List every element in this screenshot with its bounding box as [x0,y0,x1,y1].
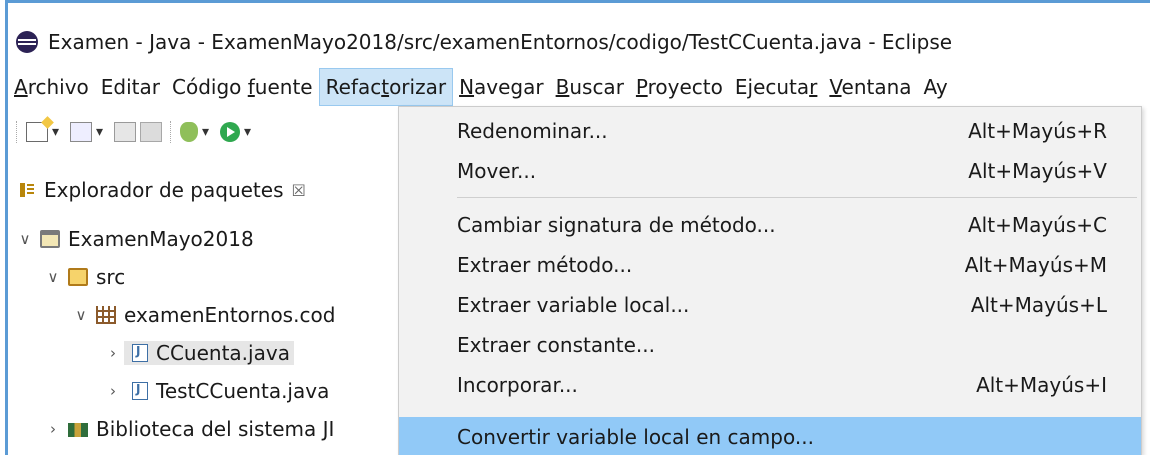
new-type-dropdown-icon[interactable]: ▾ [96,124,110,140]
java-file-icon [132,382,148,400]
menu-item-extraer-metodo[interactable]: Extraer método... Alt+Mayús+M [399,245,1141,285]
menu-item-extraer-variable[interactable]: Extraer variable local... Alt+Mayús+L [399,285,1141,325]
menu-bar: Archivo Editar Código fuente Refactoriza… [8,68,1150,106]
menu-item-shortcut: Alt+Mayús+C [967,213,1107,237]
project-folder-icon [40,230,60,248]
run-dropdown-icon[interactable]: ▾ [244,124,258,140]
menu-item-shortcut: Alt+Mayús+M [964,253,1107,277]
tree-item-testccuenta[interactable]: › TestCCuenta.java [8,372,398,410]
tree-item-src[interactable]: ∨ src [8,258,398,296]
tree-item-label: TestCCuenta.java [156,379,330,403]
run-icon[interactable] [220,122,240,142]
chevron-right-icon[interactable]: › [102,344,124,362]
library-icon [68,423,88,437]
package-tree: ∨ ExamenMayo2018 ∨ src ∨ examenEntornos.… [8,220,398,448]
menu-refactorizar[interactable]: Refactorizar [318,68,454,106]
menu-proyecto[interactable]: Proyecto [630,68,729,106]
menu-item-label: Redenominar... [457,119,608,143]
menu-archivo[interactable]: Archivo [8,68,95,106]
main-toolbar: ▾ ▾ ▾ ▾ [8,112,398,152]
menu-ayuda[interactable]: Ay [918,68,954,106]
tree-item-package[interactable]: ∨ examenEntornos.cod [8,296,398,334]
tree-item-ccuenta[interactable]: › CCuenta.java [8,334,398,372]
save-icon[interactable] [114,122,136,142]
menu-item-shortcut: Alt+Mayús+V [968,159,1107,183]
menu-ejecutar[interactable]: Ejecutar [729,68,824,106]
new-type-icon[interactable] [70,122,92,142]
chevron-down-icon[interactable]: ∨ [42,268,64,286]
tree-item-label: examenEntornos.cod [124,303,336,327]
menu-buscar[interactable]: Buscar [550,68,630,106]
package-icon [96,306,116,324]
close-icon[interactable]: ☒ [292,181,306,200]
menu-item-label: Extraer variable local... [457,293,690,317]
menu-item-label: Cambiar signatura de método... [457,213,776,237]
title-bar: Examen - Java - ExamenMayo2018/src/exame… [8,22,1150,62]
menu-item-cambiar-signatura[interactable]: Cambiar signatura de método... Alt+Mayús… [399,205,1141,245]
new-file-icon[interactable] [26,122,48,142]
package-explorer-title: Explorador de paquetes [44,178,284,202]
menu-item-label: Incorporar... [457,373,578,397]
save-all-icon[interactable] [140,122,162,142]
menu-separator [457,197,1137,198]
chevron-right-icon[interactable]: › [102,382,124,400]
menu-item-convertir-variable[interactable]: Convertir variable local en campo... [399,417,1141,455]
package-explorer-icon [18,181,36,199]
debug-icon[interactable] [180,122,198,142]
selected-item: CCuenta.java [124,341,294,365]
tree-item-label: Biblioteca del sistema JI [96,417,335,441]
chevron-down-icon[interactable]: ∨ [14,230,36,248]
menu-item-shortcut: Alt+Mayús+L [970,293,1107,317]
java-file-icon [132,344,148,362]
source-folder-icon [68,268,88,286]
package-explorer: Explorador de paquetes ☒ ∨ ExamenMayo201… [8,168,398,455]
menu-codigo-fuente[interactable]: Código fuente [166,68,319,106]
menu-item-shortcut: Alt+Mayús+R [968,119,1107,143]
chevron-right-icon[interactable]: › [42,420,64,438]
menu-navegar[interactable]: Navegar [453,68,550,106]
menu-editar[interactable]: Editar [95,68,166,106]
debug-dropdown-icon[interactable]: ▾ [202,124,216,140]
chevron-down-icon[interactable]: ∨ [70,306,92,324]
menu-item-label: Extraer constante... [457,333,655,357]
eclipse-logo-icon [16,31,38,53]
refactor-menu: Redenominar... Alt+Mayús+R Mover... Alt+… [398,106,1142,455]
menu-item-label: Extraer método... [457,253,633,277]
menu-item-extraer-constante[interactable]: Extraer constante... [399,325,1141,365]
new-dropdown-icon[interactable]: ▾ [52,124,66,140]
toolbar-separator [170,121,172,143]
menu-item-mover[interactable]: Mover... Alt+Mayús+V [399,151,1141,191]
package-explorer-tab[interactable]: Explorador de paquetes ☒ [12,168,368,212]
menu-item-incorporar[interactable]: Incorporar... Alt+Mayús+I [399,365,1141,405]
menu-item-label: Convertir variable local en campo... [457,425,814,449]
menu-item-shortcut: Alt+Mayús+I [976,373,1107,397]
menu-ventana[interactable]: Ventana [823,68,917,106]
tree-item-label: CCuenta.java [156,341,290,365]
window-title: Examen - Java - ExamenMayo2018/src/exame… [48,30,953,54]
tree-item-project[interactable]: ∨ ExamenMayo2018 [8,220,398,258]
tree-item-label: src [96,265,126,289]
tree-item-label: ExamenMayo2018 [68,227,254,251]
toolbar-grip [16,121,18,143]
menu-item-redenominar[interactable]: Redenominar... Alt+Mayús+R [399,111,1141,151]
tree-item-library[interactable]: › Biblioteca del sistema JI [8,410,398,448]
menu-item-label: Mover... [457,159,537,183]
